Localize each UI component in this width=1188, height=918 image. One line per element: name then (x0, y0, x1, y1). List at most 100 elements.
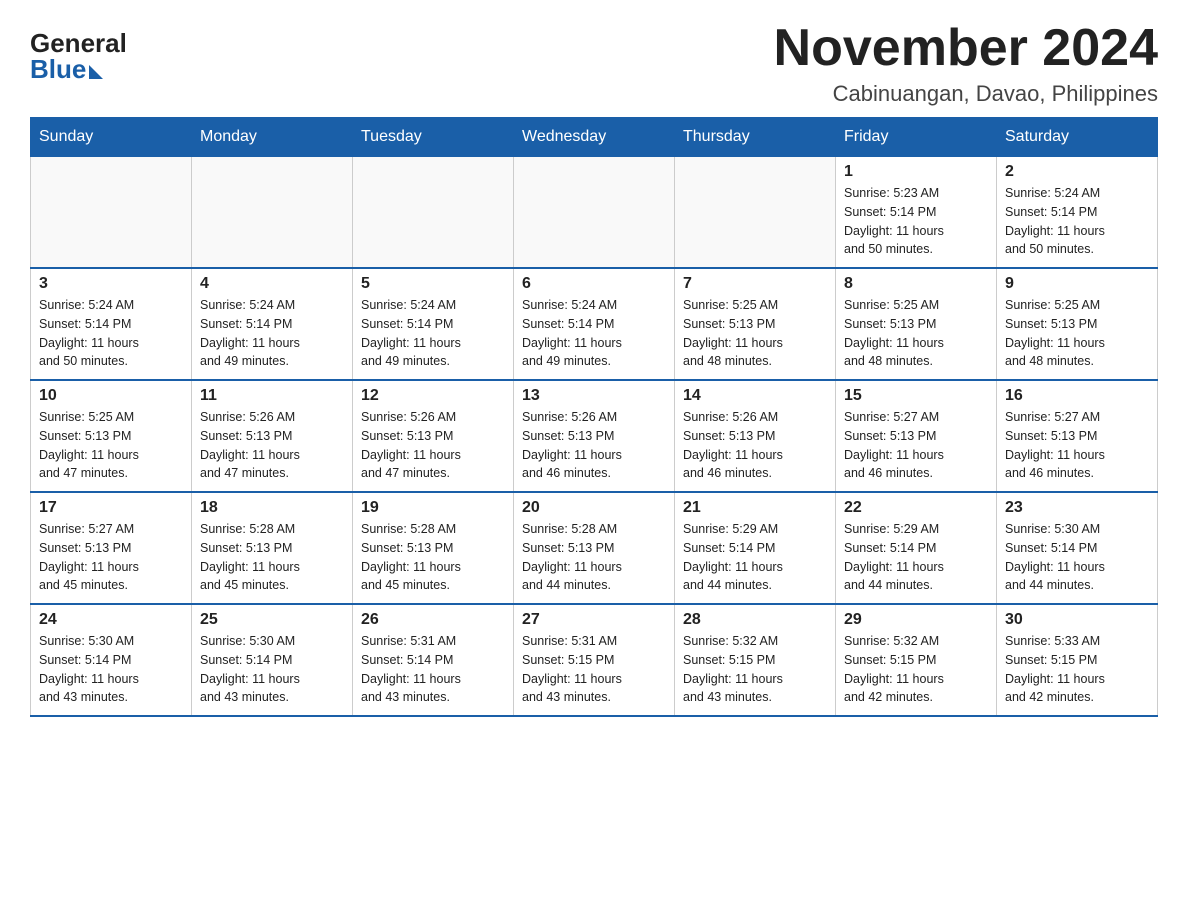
location-subtitle: Cabinuangan, Davao, Philippines (774, 81, 1158, 107)
calendar-cell: 4Sunrise: 5:24 AMSunset: 5:14 PMDaylight… (192, 268, 353, 380)
calendar-header-tuesday: Tuesday (353, 118, 514, 157)
day-number: 1 (844, 163, 988, 181)
calendar-cell: 13Sunrise: 5:26 AMSunset: 5:13 PMDayligh… (514, 380, 675, 492)
calendar-cell: 15 Sunrise: 5:27 AMSunset: 5:13 PMDayligh… (836, 380, 997, 492)
day-number: 7 (683, 275, 827, 293)
day-number: 26 (361, 611, 505, 629)
day-number: 25 (200, 611, 344, 629)
day-info: Sunrise: 5:32 AMSunset: 5:15 PMDaylight:… (683, 632, 827, 707)
day-number: 4 (200, 275, 344, 293)
calendar-cell: 22Sunrise: 5:29 AMSunset: 5:14 PMDayligh… (836, 492, 997, 604)
calendar-cell: 19 Sunrise: 5:28 AMSunset: 5:13 PMDayligh… (353, 492, 514, 604)
day-number: 17 (39, 499, 183, 517)
main-title: November 2024 (774, 20, 1158, 77)
day-number: 21 (683, 499, 827, 517)
calendar-cell: 3 Sunrise: 5:24 AMSunset: 5:14 PMDaylight… (31, 268, 192, 380)
calendar-week-2: 3 Sunrise: 5:24 AMSunset: 5:14 PMDaylight… (31, 268, 1158, 380)
calendar-header: SundayMondayTuesdayWednesdayThursdayFrid… (31, 118, 1158, 157)
calendar-cell: 2Sunrise: 5:24 AMSunset: 5:14 PMDaylight… (997, 157, 1158, 269)
calendar-cell: 23 Sunrise: 5:30 AMSunset: 5:14 PMDayligh… (997, 492, 1158, 604)
day-info: Sunrise: 5:26 AMSunset: 5:13 PMDaylight:… (200, 408, 344, 483)
day-number: 15 (844, 387, 988, 405)
day-info: Sunrise: 5:27 AMSunset: 5:13 PMDaylight:… (39, 520, 183, 595)
calendar-cell: 24Sunrise: 5:30 AMSunset: 5:14 PMDayligh… (31, 604, 192, 716)
calendar-cell: 17 Sunrise: 5:27 AMSunset: 5:13 PMDayligh… (31, 492, 192, 604)
page-header: General Blue November 2024 Cabinuangan, … (30, 20, 1158, 107)
logo-triangle-icon (89, 65, 103, 79)
day-info: Sunrise: 5:31 AMSunset: 5:14 PMDaylight:… (361, 632, 505, 707)
day-info: Sunrise: 5:28 AMSunset: 5:13 PMDaylight:… (200, 520, 344, 595)
day-number: 8 (844, 275, 988, 293)
day-info: Sunrise: 5:26 AMSunset: 5:13 PMDaylight:… (361, 408, 505, 483)
calendar-cell: 12 Sunrise: 5:26 AMSunset: 5:13 PMDayligh… (353, 380, 514, 492)
calendar-cell: 14Sunrise: 5:26 AMSunset: 5:13 PMDayligh… (675, 380, 836, 492)
day-number: 5 (361, 275, 505, 293)
calendar-cell: 7Sunrise: 5:25 AMSunset: 5:13 PMDaylight… (675, 268, 836, 380)
calendar-week-5: 24Sunrise: 5:30 AMSunset: 5:14 PMDayligh… (31, 604, 1158, 716)
calendar-cell: 30 Sunrise: 5:33 AMSunset: 5:15 PMDayligh… (997, 604, 1158, 716)
logo-blue-text: Blue (30, 56, 86, 82)
day-number: 9 (1005, 275, 1149, 293)
day-number: 20 (522, 499, 666, 517)
calendar-cell: 28Sunrise: 5:32 AMSunset: 5:15 PMDayligh… (675, 604, 836, 716)
calendar-cell: 5 Sunrise: 5:24 AMSunset: 5:14 PMDaylight… (353, 268, 514, 380)
calendar-cell: 27Sunrise: 5:31 AMSunset: 5:15 PMDayligh… (514, 604, 675, 716)
logo-general-text: General (30, 30, 127, 56)
day-info: Sunrise: 5:24 AMSunset: 5:14 PMDaylight:… (361, 296, 505, 371)
day-info: Sunrise: 5:30 AMSunset: 5:14 PMDaylight:… (1005, 520, 1149, 595)
day-info: Sunrise: 5:32 AMSunset: 5:15 PMDaylight:… (844, 632, 988, 707)
calendar-week-4: 17 Sunrise: 5:27 AMSunset: 5:13 PMDayligh… (31, 492, 1158, 604)
day-info: Sunrise: 5:33 AMSunset: 5:15 PMDaylight:… (1005, 632, 1149, 707)
calendar-week-3: 10 Sunrise: 5:25 AMSunset: 5:13 PMDayligh… (31, 380, 1158, 492)
day-info: Sunrise: 5:30 AMSunset: 5:14 PMDaylight:… (200, 632, 344, 707)
day-info: Sunrise: 5:25 AMSunset: 5:13 PMDaylight:… (1005, 296, 1149, 371)
day-number: 19 (361, 499, 505, 517)
day-number: 13 (522, 387, 666, 405)
day-number: 22 (844, 499, 988, 517)
calendar-header-saturday: Saturday (997, 118, 1158, 157)
calendar-cell: 8 Sunrise: 5:25 AMSunset: 5:13 PMDaylight… (836, 268, 997, 380)
day-info: Sunrise: 5:28 AMSunset: 5:13 PMDaylight:… (361, 520, 505, 595)
calendar-cell (31, 157, 192, 269)
calendar-cell: 25 Sunrise: 5:30 AMSunset: 5:14 PMDayligh… (192, 604, 353, 716)
calendar-header-thursday: Thursday (675, 118, 836, 157)
day-number: 14 (683, 387, 827, 405)
calendar-cell: 21 Sunrise: 5:29 AMSunset: 5:14 PMDayligh… (675, 492, 836, 604)
day-info: Sunrise: 5:24 AMSunset: 5:14 PMDaylight:… (522, 296, 666, 371)
day-info: Sunrise: 5:25 AMSunset: 5:13 PMDaylight:… (844, 296, 988, 371)
calendar-cell: 26 Sunrise: 5:31 AMSunset: 5:14 PMDayligh… (353, 604, 514, 716)
calendar-header-monday: Monday (192, 118, 353, 157)
calendar-header-sunday: Sunday (31, 118, 192, 157)
day-info: Sunrise: 5:23 AMSunset: 5:14 PMDaylight:… (844, 184, 988, 259)
calendar-cell: 16 Sunrise: 5:27 AMSunset: 5:13 PMDayligh… (997, 380, 1158, 492)
calendar-cell (675, 157, 836, 269)
calendar-cell: 20Sunrise: 5:28 AMSunset: 5:13 PMDayligh… (514, 492, 675, 604)
day-number: 16 (1005, 387, 1149, 405)
day-info: Sunrise: 5:24 AMSunset: 5:14 PMDaylight:… (1005, 184, 1149, 259)
calendar-header-friday: Friday (836, 118, 997, 157)
day-number: 12 (361, 387, 505, 405)
day-info: Sunrise: 5:27 AMSunset: 5:13 PMDaylight:… (1005, 408, 1149, 483)
day-number: 10 (39, 387, 183, 405)
day-info: Sunrise: 5:27 AMSunset: 5:13 PMDaylight:… (844, 408, 988, 483)
calendar-cell: 11 Sunrise: 5:26 AMSunset: 5:13 PMDayligh… (192, 380, 353, 492)
calendar-cell: 6Sunrise: 5:24 AMSunset: 5:14 PMDaylight… (514, 268, 675, 380)
day-info: Sunrise: 5:24 AMSunset: 5:14 PMDaylight:… (39, 296, 183, 371)
calendar-body: 1 Sunrise: 5:23 AMSunset: 5:14 PMDaylight… (31, 157, 1158, 717)
calendar-cell (192, 157, 353, 269)
day-number: 11 (200, 387, 344, 405)
calendar-header-wednesday: Wednesday (514, 118, 675, 157)
header-row: SundayMondayTuesdayWednesdayThursdayFrid… (31, 118, 1158, 157)
day-number: 30 (1005, 611, 1149, 629)
calendar-cell: 9 Sunrise: 5:25 AMSunset: 5:13 PMDaylight… (997, 268, 1158, 380)
day-info: Sunrise: 5:31 AMSunset: 5:15 PMDaylight:… (522, 632, 666, 707)
day-number: 29 (844, 611, 988, 629)
calendar-cell: 10 Sunrise: 5:25 AMSunset: 5:13 PMDayligh… (31, 380, 192, 492)
day-info: Sunrise: 5:25 AMSunset: 5:13 PMDaylight:… (39, 408, 183, 483)
day-number: 23 (1005, 499, 1149, 517)
calendar-week-1: 1 Sunrise: 5:23 AMSunset: 5:14 PMDaylight… (31, 157, 1158, 269)
day-number: 18 (200, 499, 344, 517)
day-number: 3 (39, 275, 183, 293)
calendar-cell: 29 Sunrise: 5:32 AMSunset: 5:15 PMDayligh… (836, 604, 997, 716)
day-info: Sunrise: 5:29 AMSunset: 5:14 PMDaylight:… (683, 520, 827, 595)
